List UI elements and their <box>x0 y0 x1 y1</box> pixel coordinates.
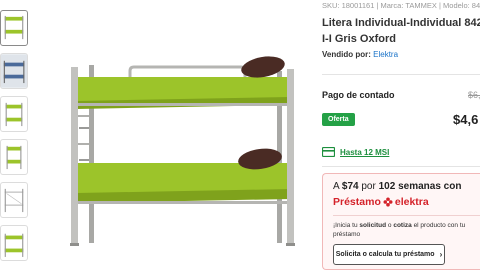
credit-card-icon <box>322 147 335 157</box>
thumbnail-2[interactable] <box>0 53 28 89</box>
brand-right: elektra <box>394 196 429 208</box>
loan-button-label: Solicita o calcula tu préstamo <box>335 251 435 258</box>
msi-label: Hasta 12 MSI <box>340 147 390 157</box>
thumbnail-strip <box>0 0 30 270</box>
loan-box: A $74 por 102 semanas con Préstamo elekt… <box>322 173 480 270</box>
current-price: $4,6 <box>453 112 479 127</box>
thumbnail-5[interactable] <box>0 182 28 218</box>
msi-link[interactable]: Hasta 12 MSI <box>322 146 389 158</box>
thumbnail-6[interactable] <box>0 225 28 261</box>
payment-label: Pago de contado <box>322 90 395 100</box>
product-info-panel: SKU: 18001161 | Marca: TAMMEX | Modelo: … <box>322 0 480 270</box>
loan-desc-part: ¡Inicia tu <box>333 222 360 229</box>
chevron-right-icon: › <box>439 250 443 259</box>
seller-line: Vendido por: Elektra <box>322 50 398 59</box>
offer-badge: Oferta <box>322 113 355 126</box>
thumbnail-3[interactable] <box>0 96 28 132</box>
product-image[interactable] <box>55 35 305 250</box>
divider <box>322 166 480 167</box>
product-meta: SKU: 18001161 | Marca: TAMMEX | Modelo: … <box>322 1 480 10</box>
loan-amount: $74 <box>341 181 359 192</box>
loan-prefix: A <box>333 181 340 192</box>
loan-description: ¡Inicia tu solicitud o cotiza el product… <box>333 221 480 239</box>
loan-calculate-button[interactable]: Solicita o calcula tu préstamo › <box>333 244 445 265</box>
loan-divider <box>333 215 480 216</box>
divider <box>322 74 480 75</box>
thumbnail-1[interactable] <box>0 10 28 46</box>
product-title: Litera Individual-Individual 842 I-I Gri… <box>322 17 480 45</box>
brand-left: Préstamo <box>333 196 381 208</box>
seller-label: Vendido por: <box>322 50 371 59</box>
seller-link[interactable]: Elektra <box>373 50 398 59</box>
thumbnail-4[interactable] <box>0 139 28 175</box>
old-price: $6, <box>468 90 480 100</box>
loan-weeks: 102 semanas con <box>378 181 462 192</box>
loan-per: por <box>361 181 376 192</box>
loan-desc-cotiza: cotiza <box>393 222 412 229</box>
elektra-flower-icon <box>383 197 393 207</box>
prestamo-elektra-logo: Préstamo elektra <box>333 196 429 208</box>
loan-summary: A $74 por 102 semanas con <box>333 181 461 192</box>
loan-desc-solicitud: solicitud <box>359 222 387 229</box>
